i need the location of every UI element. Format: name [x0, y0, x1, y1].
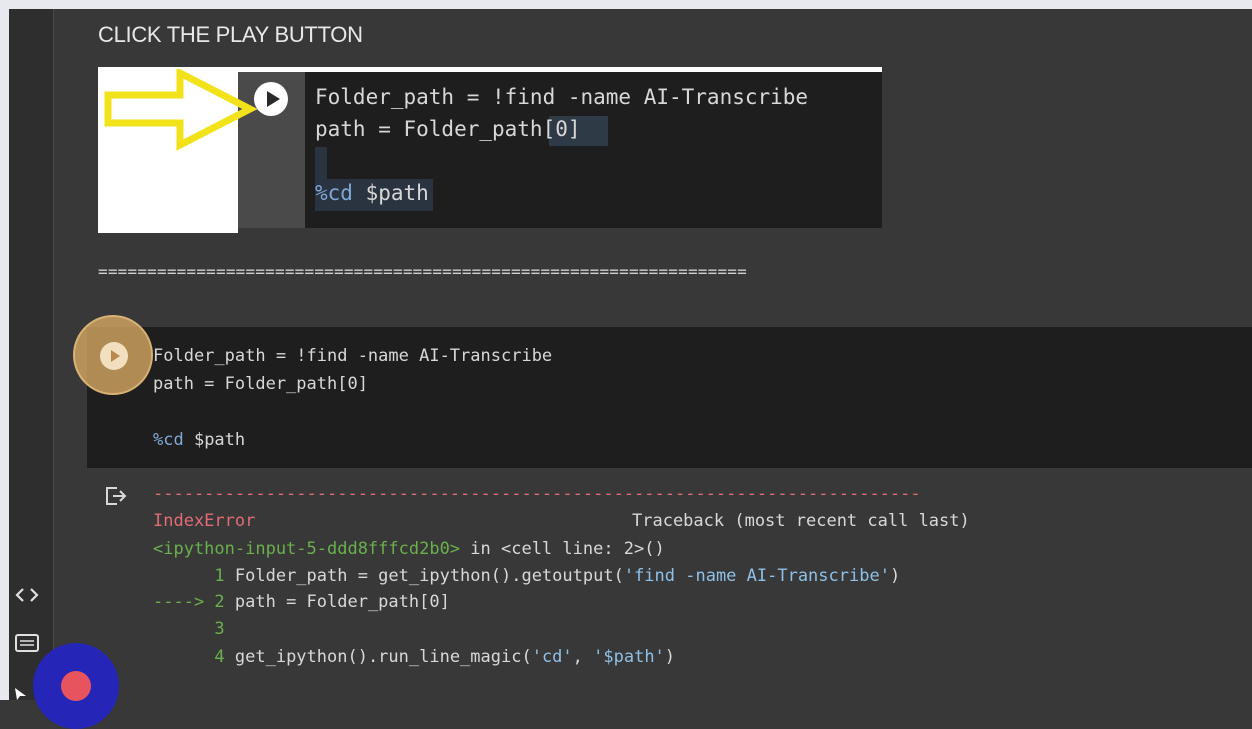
traceback-location: <ipython-input-5-ddd8fffcd2b0> in <cell … [153, 539, 665, 559]
window-frame-top [0, 0, 1252, 9]
cursor-arrow-icon [12, 686, 34, 700]
screenshot-code-line-4: %cd $path [315, 181, 429, 205]
terminal-icon[interactable] [14, 632, 40, 654]
play-icon [111, 350, 120, 362]
yellow-arrow-icon [104, 69, 258, 151]
traceback-line-1: 1 Folder_path = get_ipython().getoutput(… [153, 566, 901, 586]
record-dot-icon[interactable] [61, 671, 91, 701]
code-brackets-icon[interactable] [14, 584, 40, 606]
traceback-dash-line: ----------------------------------------… [153, 484, 921, 504]
cell-code-line-1: Folder_path = !find -name AI-Transcribe [153, 346, 553, 366]
traceback-line-4: 4 get_ipython().run_line_magic('cd', '$p… [153, 647, 676, 667]
output-arrow-icon[interactable] [105, 486, 129, 506]
cell-code-line-3: %cd $path [153, 430, 246, 450]
window-frame-left [0, 0, 9, 700]
traceback-line-2: ----> 2 path = Folder_path[0] [153, 592, 450, 612]
traceback-header: Traceback (most recent call last) [632, 511, 970, 531]
divider-line: ========================================… [98, 262, 747, 281]
screenshot-code-line-1: Folder_path = !find -name AI-Transcribe [315, 85, 809, 109]
run-cell-button[interactable] [100, 342, 128, 370]
text-cell-heading: CLICK THE PLAY BUTTON [98, 22, 363, 47]
indent-guide [315, 147, 327, 179]
cell-code-line-2: path = Folder_path[0] [153, 374, 368, 394]
screenshot-code-line-2: path = Folder_path[0] [315, 117, 581, 141]
error-name: IndexError [153, 511, 256, 531]
screenshot-play-icon [254, 82, 288, 116]
traceback-line-3: 3 [153, 619, 225, 639]
instruction-screenshot: Folder_path = !find -name AI-Transcribe … [98, 67, 882, 233]
